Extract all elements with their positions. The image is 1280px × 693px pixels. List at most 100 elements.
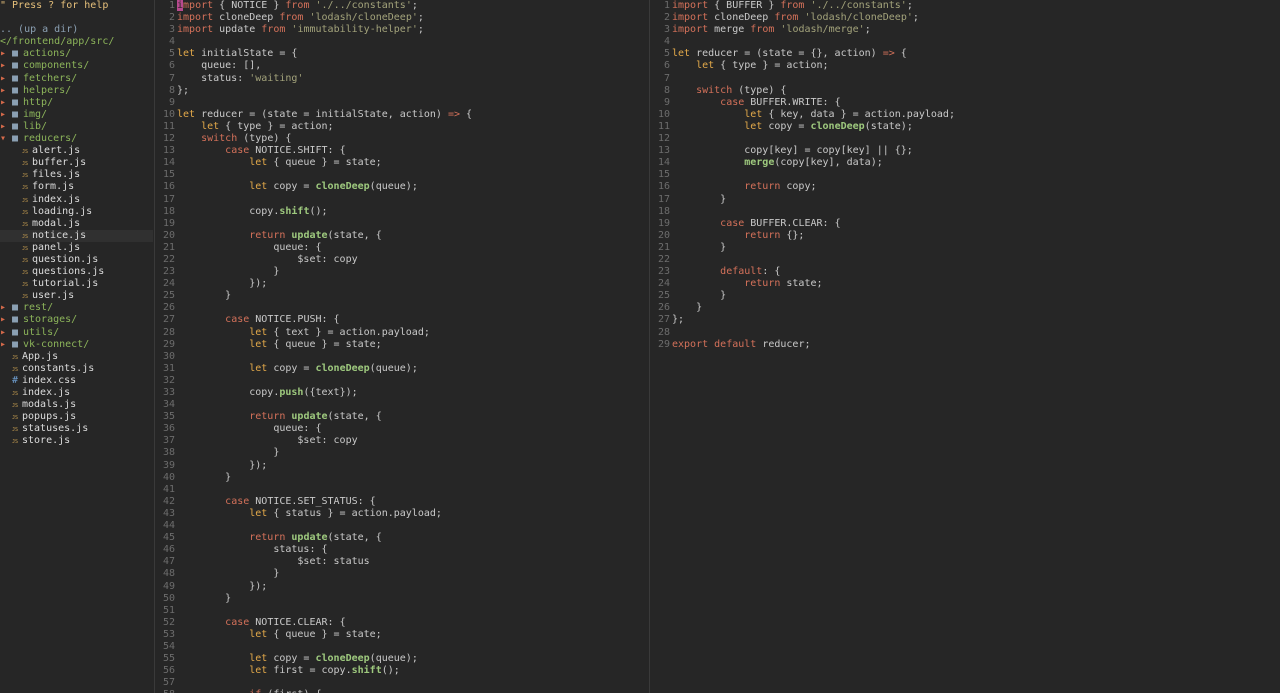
code-line[interactable]: 17 }	[650, 194, 1280, 206]
code-line[interactable]: 57	[155, 677, 647, 689]
tree-row[interactable]: # index.css	[0, 375, 153, 387]
tree-row[interactable]: ▾ ■ reducers/	[0, 133, 153, 145]
code-line[interactable]: 12 switch (type) {	[155, 133, 647, 145]
code-line[interactable]: 22 $set: copy	[155, 254, 647, 266]
tree-row[interactable]: JS modals.js	[0, 399, 153, 411]
chevron-right-icon[interactable]: ▸	[0, 327, 12, 339]
code-line[interactable]: 22	[650, 254, 1280, 266]
code-line[interactable]: 37 $set: copy	[155, 435, 647, 447]
chevron-down-icon[interactable]: ▾	[0, 133, 12, 145]
tree-row[interactable]: JS modal.js	[0, 218, 153, 230]
chevron-right-icon[interactable]: ▸	[0, 121, 12, 133]
code-line[interactable]: 25 }	[650, 290, 1280, 302]
code-line[interactable]: 27 case NOTICE.PUSH: {	[155, 314, 647, 326]
code-line[interactable]: 1 import { BUFFER } from './../constants'…	[650, 0, 1280, 12]
code-line[interactable]: 26 }	[650, 302, 1280, 314]
code-line[interactable]: 55 let copy = cloneDeep(queue);	[155, 653, 647, 665]
code-line[interactable]: 29 export default reducer;	[650, 339, 1280, 351]
code-line[interactable]: 2 import cloneDeep from 'lodash/cloneDeep…	[650, 12, 1280, 24]
code-line[interactable]: 10 let reducer = (state = initialState, a…	[155, 109, 647, 121]
chevron-right-icon[interactable]: ▸	[0, 97, 12, 109]
tree-row[interactable]: JS files.js	[0, 169, 153, 181]
code-line[interactable]: 27};	[650, 314, 1280, 326]
code-line[interactable]: 35 return update(state, {	[155, 411, 647, 423]
code-line[interactable]: 32	[155, 375, 647, 387]
code-line[interactable]: 51	[155, 605, 647, 617]
tree-row[interactable]: JS tutorial.js	[0, 278, 153, 290]
chevron-right-icon[interactable]: ▸	[0, 85, 12, 97]
tree-row[interactable]: ▸ ■ lib/	[0, 121, 153, 133]
code-line[interactable]: 46 status: {	[155, 544, 647, 556]
code-line[interactable]: 4	[155, 36, 647, 48]
code-line[interactable]: 16 let copy = cloneDeep(queue);	[155, 181, 647, 193]
tree-row[interactable]: JS statuses.js	[0, 423, 153, 435]
code-line[interactable]: 9	[155, 97, 647, 109]
code-line[interactable]: 24 });	[155, 278, 647, 290]
chevron-right-icon[interactable]: ▸	[0, 73, 12, 85]
code-line[interactable]: 50 }	[155, 593, 647, 605]
code-line[interactable]: 39 });	[155, 460, 647, 472]
code-line[interactable]: 21 queue: {	[155, 242, 647, 254]
code-line[interactable]: 9 case BUFFER.WRITE: {	[650, 97, 1280, 109]
tree-row[interactable]: JS App.js	[0, 351, 153, 363]
code-line[interactable]: 41	[155, 484, 647, 496]
code-line[interactable]: 18 copy.shift();	[155, 206, 647, 218]
code-line[interactable]: 24 return state;	[650, 278, 1280, 290]
code-line[interactable]: 36 queue: {	[155, 423, 647, 435]
code-line[interactable]: 28 let { text } = action.payload;	[155, 327, 647, 339]
code-line[interactable]: 31 let copy = cloneDeep(queue);	[155, 363, 647, 375]
editor-right-pane[interactable]: 1 import { BUFFER } from './../constants'…	[650, 0, 1280, 693]
code-line[interactable]: 19	[155, 218, 647, 230]
code-line[interactable]: 7	[650, 73, 1280, 85]
code-line[interactable]: 15	[155, 169, 647, 181]
code-line[interactable]: 8 switch (type) {	[650, 85, 1280, 97]
code-line[interactable]: 5 let reducer = (state = {}, action) => {	[650, 48, 1280, 60]
code-line[interactable]: 15	[650, 169, 1280, 181]
tree-row[interactable]: </frontend/app/src/	[0, 36, 153, 48]
code-line[interactable]: 33 copy.push({text});	[155, 387, 647, 399]
chevron-right-icon[interactable]: ▸	[0, 48, 12, 60]
code-line[interactable]: 38 }	[155, 447, 647, 459]
code-line[interactable]: 48 }	[155, 568, 647, 580]
code-line[interactable]: 8};	[155, 85, 647, 97]
chevron-right-icon[interactable]: ▸	[0, 109, 12, 121]
code-line[interactable]: 53 let { queue } = state;	[155, 629, 647, 641]
editor-left-pane[interactable]: 1 import { NOTICE } from './../constants'…	[155, 0, 647, 693]
code-line[interactable]: 17	[155, 194, 647, 206]
tree-row[interactable]: JS question.js	[0, 254, 153, 266]
code-line[interactable]: 25 }	[155, 290, 647, 302]
code-line[interactable]: 40 }	[155, 472, 647, 484]
code-line[interactable]: 47 $set: status	[155, 556, 647, 568]
tree-row[interactable]: JS questions.js	[0, 266, 153, 278]
tree-row[interactable]: JS form.js	[0, 181, 153, 193]
tree-row[interactable]: JS constants.js	[0, 363, 153, 375]
tree-row[interactable]: .. (up a dir)	[0, 24, 153, 36]
code-line[interactable]: 34	[155, 399, 647, 411]
tree-row[interactable]: ▸ ■ actions/	[0, 48, 153, 60]
code-line[interactable]: 43 let { status } = action.payload;	[155, 508, 647, 520]
code-line[interactable]: 1 import { NOTICE } from './../constants'…	[155, 0, 647, 12]
tree-row[interactable]: JS loading.js	[0, 206, 153, 218]
tree-row[interactable]: ▸ ■ img/	[0, 109, 153, 121]
code-line[interactable]: 23 }	[155, 266, 647, 278]
code-line[interactable]: 19 case BUFFER.CLEAR: {	[650, 218, 1280, 230]
code-line[interactable]: 7 status: 'waiting'	[155, 73, 647, 85]
tree-row[interactable]: JS popups.js	[0, 411, 153, 423]
code-line[interactable]: 4	[650, 36, 1280, 48]
code-line[interactable]: 49 });	[155, 581, 647, 593]
tree-row[interactable]: " Press ? for help	[0, 0, 153, 12]
code-line[interactable]: 3 import update from 'immutability-helper…	[155, 24, 647, 36]
tree-row[interactable]: JS notice.js	[0, 229, 153, 242]
chevron-right-icon[interactable]: ▸	[0, 60, 12, 72]
tree-row[interactable]: JS index.js	[0, 387, 153, 399]
tree-row[interactable]: ▸ ■ helpers/	[0, 85, 153, 97]
code-line[interactable]: 11 let copy = cloneDeep(state);	[650, 121, 1280, 133]
tree-row[interactable]: ▸ ■ components/	[0, 60, 153, 72]
tree-row[interactable]: ▸ ■ utils/	[0, 327, 153, 339]
code-line[interactable]: 30	[155, 351, 647, 363]
code-line[interactable]: 20 return update(state, {	[155, 230, 647, 242]
code-line[interactable]: 11 let { type } = action;	[155, 121, 647, 133]
code-line[interactable]: 2 import cloneDeep from 'lodash/cloneDeep…	[155, 12, 647, 24]
tree-row[interactable]: JS index.js	[0, 194, 153, 206]
chevron-right-icon[interactable]: ▸	[0, 302, 12, 314]
